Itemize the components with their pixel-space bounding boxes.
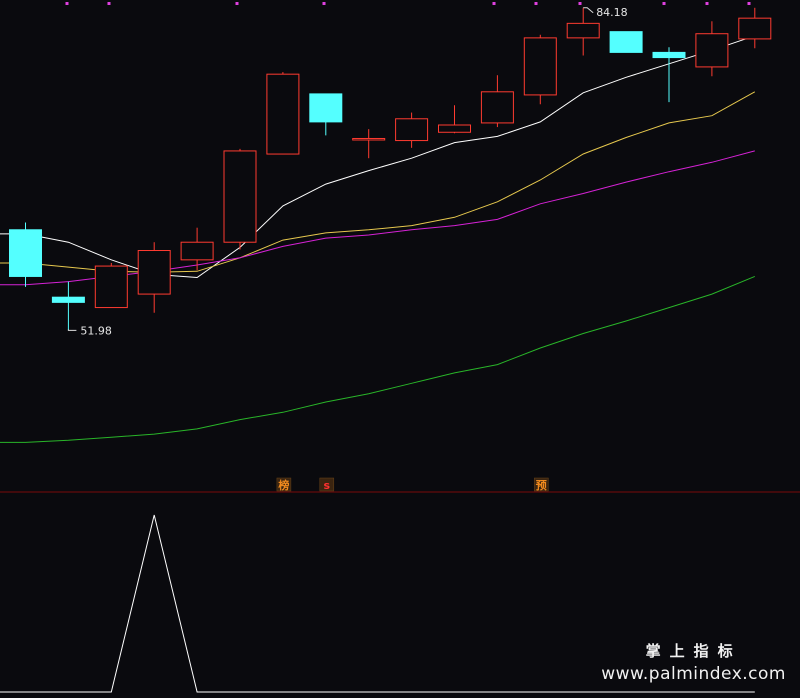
candle-13 [566,7,600,56]
candle-body-13 [566,22,600,39]
watermark-title: 掌上指标 [645,642,742,660]
candle-8 [352,129,386,159]
top-mark-0 [65,2,69,5]
signal-markers: 榜s预 [276,477,549,492]
candlesticks [9,7,772,331]
candle-body-17 [738,17,772,40]
ma-line-0 [0,35,755,279]
candle-2 [94,262,128,309]
signal-marker-2: 预 [534,477,549,492]
top-mark-3 [322,2,326,5]
watermark: 掌上指标 www.palmindex.com [601,640,786,684]
candle-body-15 [652,51,686,59]
candle-11 [480,75,514,128]
top-mark-6 [578,2,582,5]
max-price-label: 84.18 [596,6,628,19]
candle-body-14 [609,31,643,53]
candle-6 [266,72,300,155]
top-mark-2 [235,2,239,5]
candle-body-3 [137,250,171,295]
candle-body-4 [180,241,214,261]
min-label-pointer [67,329,77,331]
candle-5 [223,148,257,250]
max-label-pointer [583,7,594,14]
top-mark-4 [492,2,496,5]
signal-label-2: 预 [536,478,547,492]
candle-body-10 [438,124,471,133]
candle-10 [438,105,471,134]
candle-9 [395,112,429,148]
candle-body-11 [480,91,514,124]
candle-3 [137,242,171,313]
signal-marker-0: 榜 [276,477,292,492]
candle-4 [180,227,214,271]
top-mark-7 [662,2,666,5]
candle-body-8 [352,137,386,141]
candle-body-5 [223,150,257,243]
candle-16 [695,21,729,77]
stock-chart: 84.18 51.98 榜 s 预 [0,2,800,693]
candle-12 [523,34,557,105]
candle-body-6 [266,73,300,155]
top-marks [65,2,751,5]
signal-label-0: 榜 [278,478,289,492]
moving-averages [0,35,756,443]
candle-1 [51,281,85,331]
candle-body-7 [309,93,343,123]
candle-0 [9,222,42,287]
candle-body-0 [9,229,42,277]
ma-line-1 [0,91,756,273]
candle-14 [609,31,643,53]
candle-17 [738,7,772,49]
signal-label-1: s [324,479,331,492]
candle-body-12 [523,37,557,96]
watermark-url: www.palmindex.com [601,664,786,684]
candle-body-16 [695,33,729,68]
candle-body-9 [395,118,429,142]
candle-body-2 [94,265,128,309]
top-mark-1 [107,2,111,5]
candle-15 [652,47,686,103]
top-mark-8 [705,2,709,5]
ma-line-2 [0,150,755,286]
top-mark-5 [534,2,538,5]
candle-7 [309,93,343,136]
candle-body-1 [51,296,85,303]
signal-marker-1: s [319,477,335,492]
min-price-label: 51.98 [80,324,112,337]
top-mark-9 [747,2,751,5]
